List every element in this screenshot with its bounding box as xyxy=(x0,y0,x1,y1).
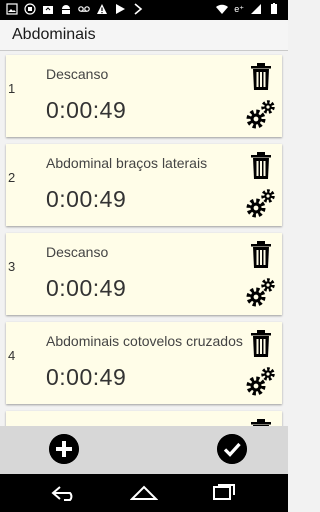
voicemail-icon xyxy=(78,6,90,12)
bottom-action-bar xyxy=(0,426,288,474)
exercise-name: Descanso xyxy=(46,66,109,82)
list-item[interactable]: 4 Abdominais cotovelos cruzados 0:00:49 xyxy=(6,322,282,404)
settings-icon[interactable] xyxy=(244,366,276,398)
exercise-duration[interactable]: 0:00:49 xyxy=(46,364,126,391)
signal-icon xyxy=(251,4,261,14)
list-item[interactable]: 2 Abdominal braços laterais 0:00:49 xyxy=(6,144,282,226)
item-number: 2 xyxy=(8,170,16,185)
trash-icon[interactable] xyxy=(250,330,272,357)
exercise-name: Abdominal braços laterais xyxy=(46,155,208,171)
navigation-bar xyxy=(0,474,288,512)
exercise-name: Descanso xyxy=(46,244,109,260)
app-bar: Abdominais xyxy=(0,20,288,51)
exercise-name: Abdominais cotovelos cruzados xyxy=(46,333,243,349)
list-item[interactable]: 1 Descanso 0:00:49 xyxy=(6,55,282,137)
status-bar: e⁺ xyxy=(0,0,288,20)
page-title: Abdominais xyxy=(12,26,96,43)
list-item[interactable] xyxy=(6,411,282,426)
trash-icon[interactable] xyxy=(250,419,272,426)
image-icon xyxy=(6,3,18,15)
battery-icon xyxy=(271,3,277,14)
settings-icon[interactable] xyxy=(244,99,276,131)
add-icon[interactable] xyxy=(49,434,79,464)
exercise-duration[interactable]: 0:00:49 xyxy=(46,186,126,213)
media-icon xyxy=(24,3,36,15)
warning-icon xyxy=(97,4,107,14)
shop-icon xyxy=(43,6,53,14)
item-number: 4 xyxy=(8,348,16,363)
wifi-icon xyxy=(216,4,229,14)
exercise-duration[interactable]: 0:00:49 xyxy=(46,97,126,124)
exercise-list[interactable]: 1 Descanso 0:00:49 2 Abdominal braços la… xyxy=(0,50,288,426)
exercise-duration[interactable]: 0:00:49 xyxy=(46,275,126,302)
android-icon xyxy=(62,5,70,14)
item-number: 3 xyxy=(8,259,16,274)
trash-icon[interactable] xyxy=(250,152,272,179)
item-number: 1 xyxy=(8,81,16,96)
settings-icon[interactable] xyxy=(244,188,276,220)
check-icon[interactable] xyxy=(217,434,247,464)
data-indicator: e⁺ xyxy=(234,3,244,14)
recent-apps-icon[interactable] xyxy=(210,483,238,503)
system-icons: e⁺ xyxy=(216,3,280,15)
home-icon[interactable] xyxy=(130,483,158,503)
download-icon xyxy=(134,3,143,15)
trash-icon[interactable] xyxy=(250,241,272,268)
notification-icons xyxy=(6,3,144,15)
list-item[interactable]: 3 Descanso 0:00:49 xyxy=(6,233,282,315)
trash-icon[interactable] xyxy=(250,63,272,90)
settings-icon[interactable] xyxy=(244,277,276,309)
play-icon xyxy=(116,4,125,14)
back-icon[interactable] xyxy=(50,483,78,503)
